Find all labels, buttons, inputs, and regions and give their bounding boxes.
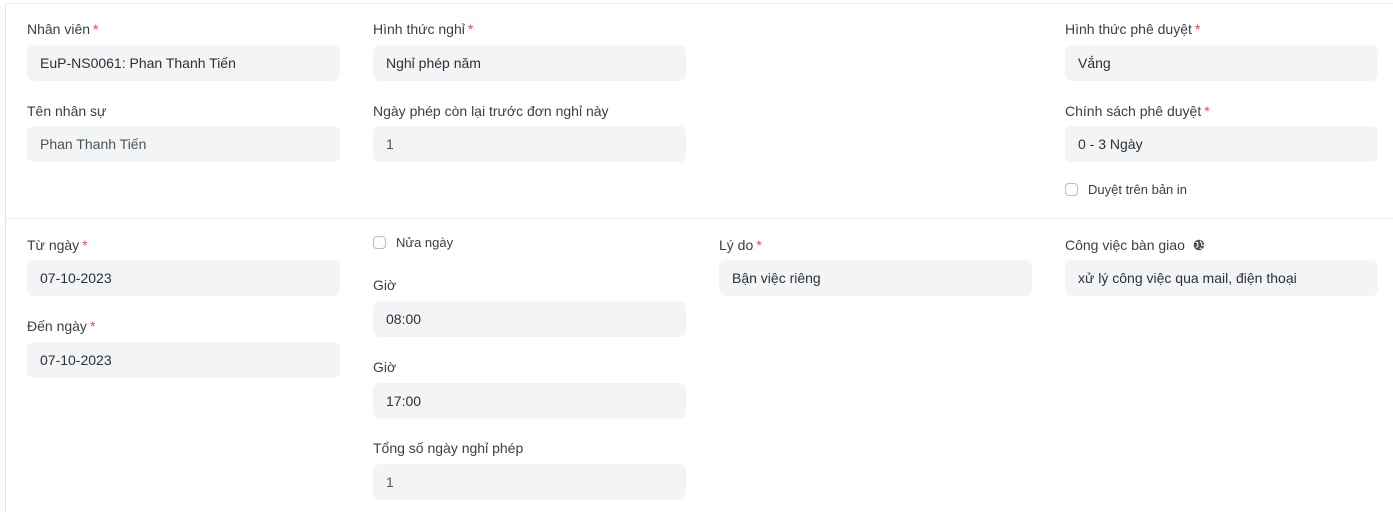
approval-form-label: Hình thức phê duyệt * — [1065, 21, 1201, 37]
leave-type-label: Hình thức nghỉ * — [373, 21, 474, 37]
approval-form-field[interactable]: Vắng — [1065, 45, 1378, 81]
leave-type-field[interactable]: Nghỉ phép năm — [373, 45, 686, 81]
to-date-field[interactable]: 07-10-2023 — [27, 342, 340, 378]
section-divider — [6, 218, 1393, 219]
time-from-field[interactable]: 08:00 — [373, 301, 686, 337]
remaining-leave-field: 1 — [373, 126, 686, 162]
employee-field[interactable]: EuP-NS0061: Phan Thanh Tiến — [27, 45, 340, 81]
approve-on-print-checkbox[interactable] — [1065, 183, 1078, 196]
time-to-label: Giờ — [373, 359, 397, 375]
employee-name-label: Tên nhân sự — [27, 103, 107, 119]
approval-policy-field[interactable]: 0 - 3 Ngày — [1065, 126, 1378, 162]
total-leave-days-label: Tổng số ngày nghỉ phép — [373, 440, 524, 456]
total-leave-days-field: 1 — [373, 464, 686, 500]
half-day-label: Nửa ngày — [396, 235, 454, 250]
employee-label: Nhân viên * — [27, 21, 99, 37]
reason-field[interactable]: Bận việc riêng — [719, 260, 1032, 296]
from-date-label: Từ ngày * — [27, 237, 88, 253]
to-date-label: Đến ngày * — [27, 318, 96, 334]
half-day-row[interactable]: Nửa ngày — [373, 235, 453, 250]
approve-on-print-row[interactable]: Duyệt trên bản in — [1065, 182, 1187, 197]
approval-policy-label: Chính sách phê duyệt * — [1065, 103, 1210, 119]
from-date-field[interactable]: 07-10-2023 — [27, 260, 340, 296]
approve-on-print-label: Duyệt trên bản in — [1088, 182, 1188, 197]
time-from-label: Giờ — [373, 277, 397, 293]
handover-label: Công việc bàn giao — [1065, 236, 1205, 254]
half-day-checkbox[interactable] — [373, 236, 386, 249]
employee-name-field: Phan Thanh Tiến — [27, 126, 340, 162]
reason-label: Lý do * — [719, 237, 762, 253]
time-to-field[interactable]: 17:00 — [373, 383, 686, 419]
globe-icon — [1193, 237, 1205, 251]
handover-field[interactable]: xử lý công việc qua mail, điện thoại — [1065, 260, 1378, 296]
remaining-leave-label: Ngày phép còn lại trước đơn nghỉ này — [373, 103, 609, 119]
